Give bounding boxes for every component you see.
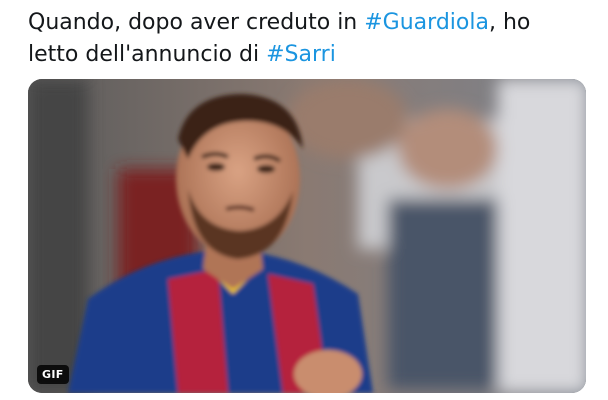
gif-media[interactable]: GIF bbox=[28, 79, 586, 393]
tweet-text-part: letto dell'annuncio di bbox=[28, 42, 267, 67]
hashtag-link-sarri[interactable]: #Sarri bbox=[266, 42, 336, 67]
hashtag-link-guardiola[interactable]: #Guardiola bbox=[364, 10, 489, 35]
tweet-text-part: Quando, dopo aver creduto in bbox=[28, 10, 365, 35]
gif-badge: GIF bbox=[37, 365, 69, 384]
tweet-text: Quando, dopo aver creduto in #Guardiola,… bbox=[28, 7, 588, 71]
gif-frame-image bbox=[28, 79, 586, 393]
tweet-text-part: , ho bbox=[488, 10, 531, 35]
